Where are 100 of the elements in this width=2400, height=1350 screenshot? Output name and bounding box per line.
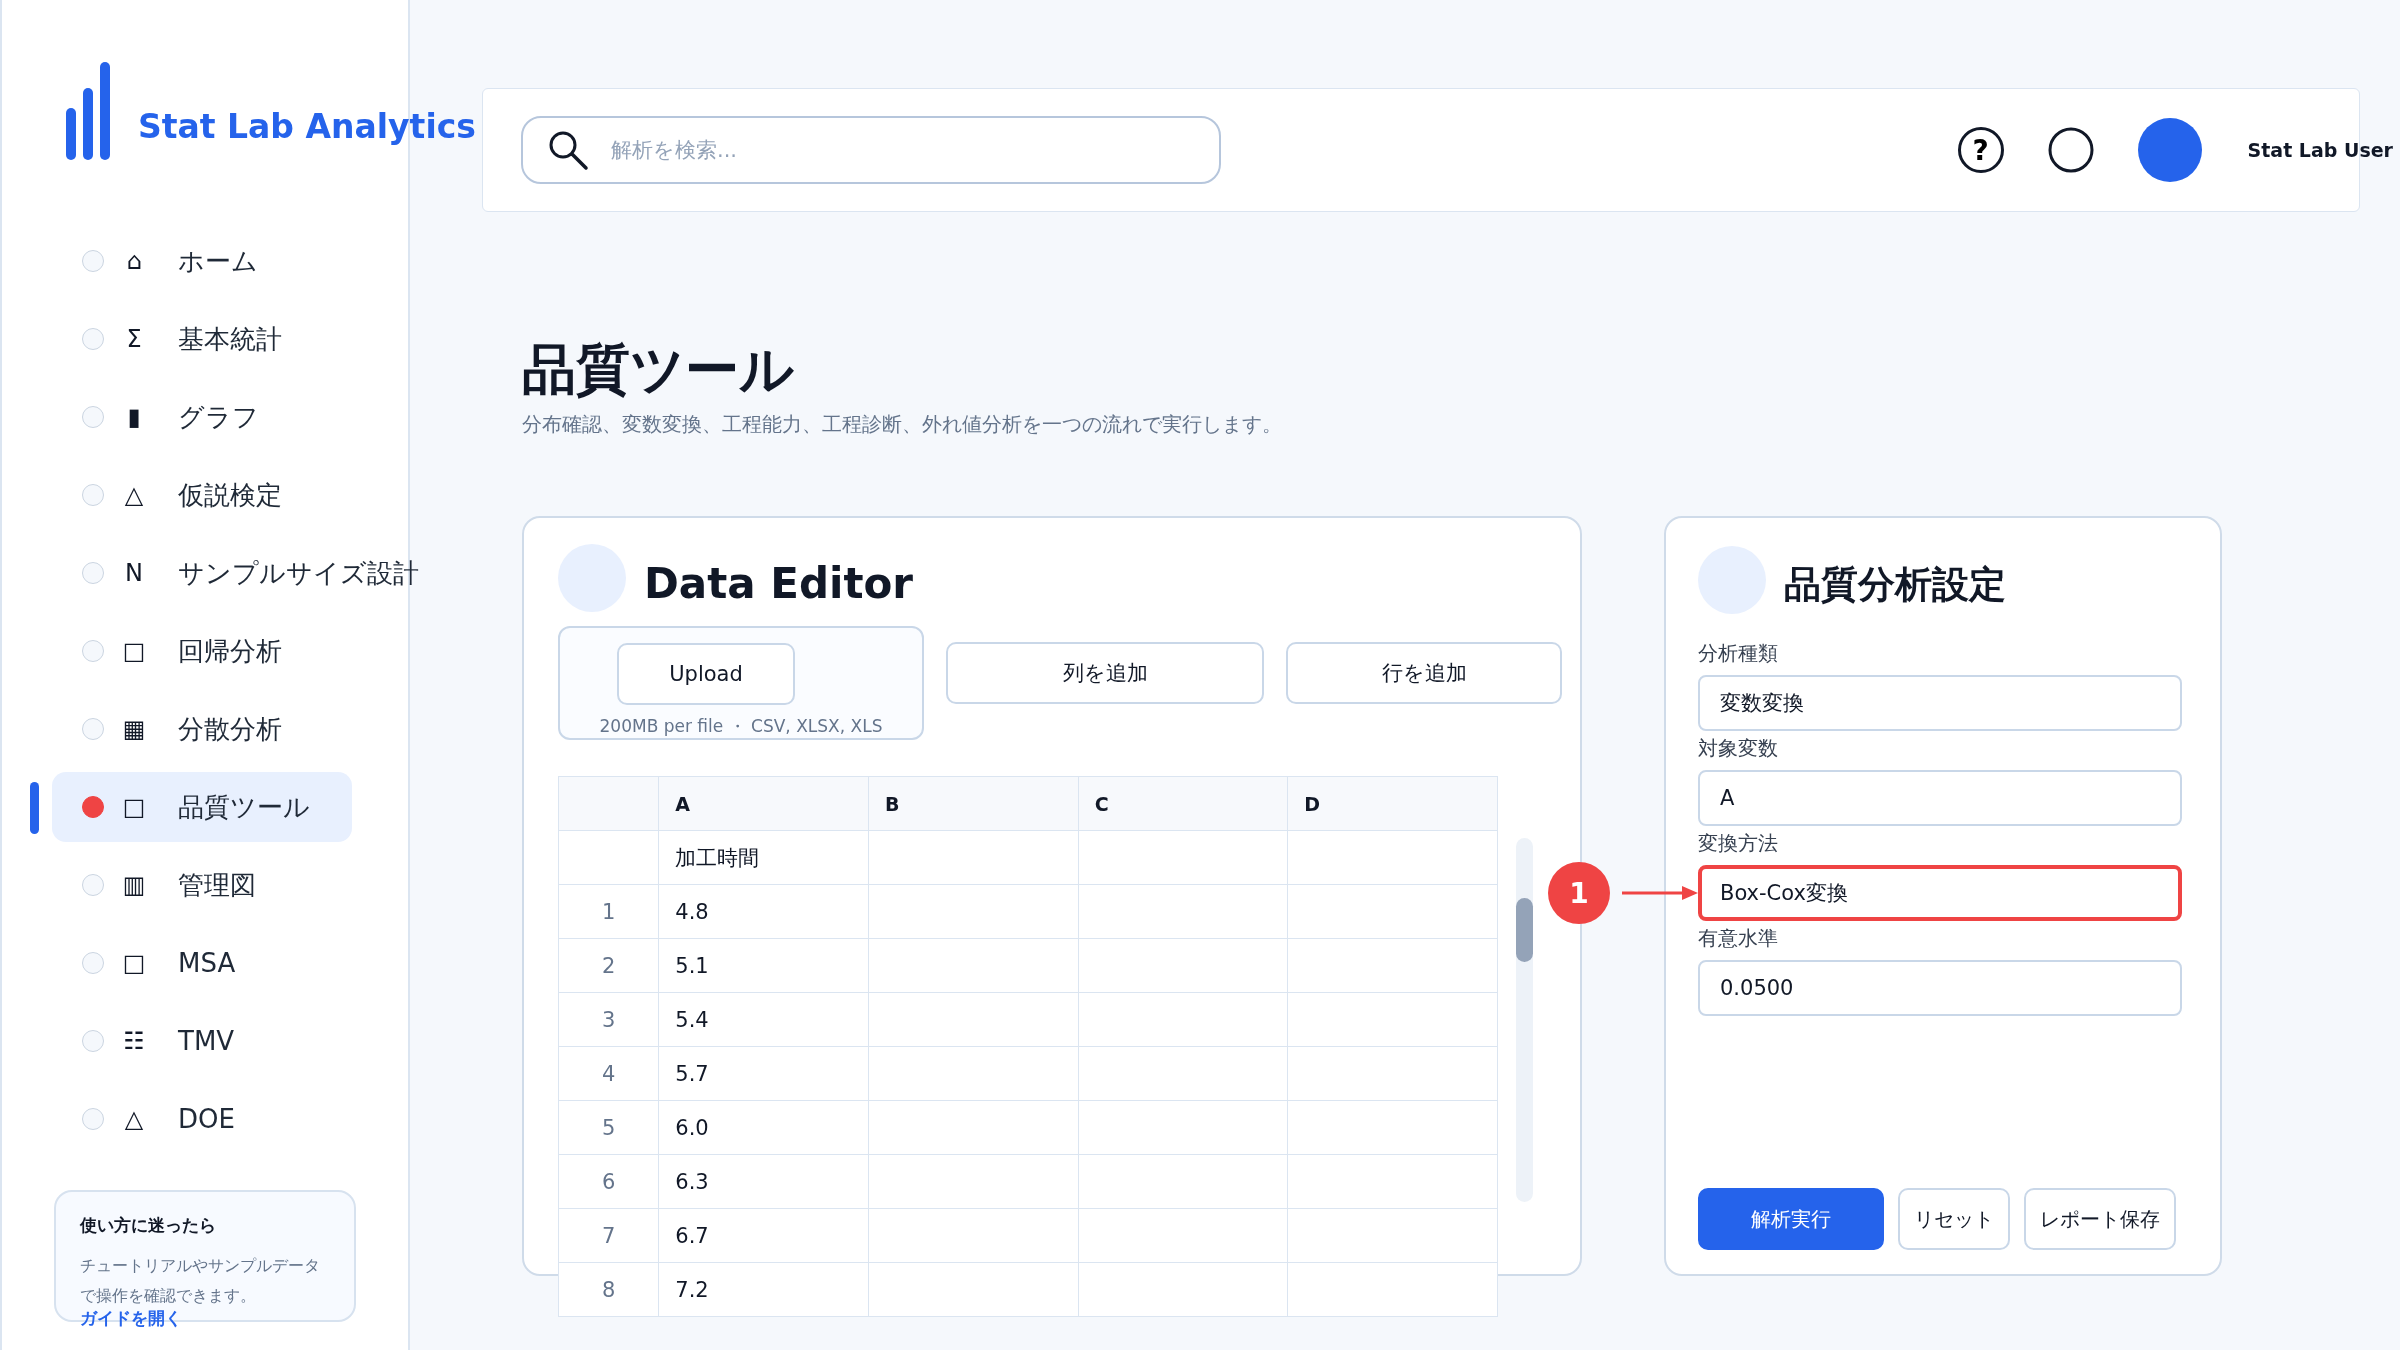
table-header-cell: C [1078, 776, 1288, 831]
add-button[interactable]: 列を追加 [946, 642, 1264, 705]
circle-icon[interactable] [2047, 127, 2094, 173]
scrollbar[interactable] [1516, 838, 1533, 1203]
table-cell[interactable] [1078, 1154, 1288, 1209]
nav-item[interactable]: ▦ 分散分析 [52, 694, 352, 764]
table-cell[interactable] [868, 830, 1079, 885]
field-label: 対象変数 [1698, 735, 1779, 763]
status-dot-icon [82, 718, 104, 740]
nav-item[interactable]: ☷ TMV [52, 1006, 352, 1076]
nav-item[interactable]: ▮ グラフ [52, 382, 352, 452]
guide-link[interactable]: ガイドを開く [80, 1307, 330, 1330]
table-cell[interactable] [1078, 1208, 1288, 1263]
nav-item[interactable]: □ 回帰分析 [52, 616, 352, 686]
table-cell[interactable] [1287, 884, 1498, 939]
status-dot-icon [82, 1030, 104, 1052]
table-cell[interactable] [1078, 1262, 1288, 1317]
action-button[interactable]: 解析実行 [1698, 1188, 1884, 1251]
table-cell[interactable] [868, 1262, 1079, 1317]
nav-item[interactable]: Σ 基本統計 [52, 304, 352, 374]
select-field[interactable]: 0.0500 [1698, 960, 2182, 1017]
table-cell[interactable]: 4.8 [658, 884, 869, 939]
table-cell[interactable]: 7.2 [658, 1262, 869, 1317]
table-cell[interactable] [1078, 938, 1288, 993]
table-cell[interactable]: 加工時間 [658, 830, 869, 885]
bar-chart-logo-icon [66, 62, 112, 160]
app-title: Stat Lab Analytics [138, 107, 476, 148]
table-cell[interactable]: 5.7 [658, 1046, 869, 1101]
table-cell[interactable] [1078, 830, 1288, 885]
nav-item[interactable]: △ 仮説検定 [52, 460, 352, 530]
upload-button[interactable]: Upload [617, 643, 795, 706]
card-title: Data Editor [644, 558, 914, 608]
table-cell[interactable] [868, 992, 1079, 1047]
status-dot-icon [82, 1108, 104, 1130]
upload-caption: 200MB per file ・ CSV, XLSX, XLS [599, 715, 883, 739]
row-number: 7 [558, 1208, 659, 1263]
row-number: 5 [558, 1100, 659, 1155]
status-dot-icon [82, 562, 104, 584]
table-cell[interactable] [868, 1154, 1079, 1209]
nav-item[interactable]: ▥ 管理図 [52, 850, 352, 920]
card-title: 品質分析設定 [1784, 562, 2006, 609]
row-number: 8 [558, 1262, 659, 1317]
table-cell[interactable]: 6.3 [658, 1154, 869, 1209]
status-dot-icon [82, 250, 104, 272]
select-field[interactable]: A [1698, 770, 2182, 827]
table-cell[interactable] [1078, 992, 1288, 1047]
status-dot-icon [82, 796, 104, 818]
row-number: 6 [558, 1154, 659, 1209]
action-button[interactable]: レポート保存 [2024, 1188, 2176, 1251]
page-title: 品質ツール [522, 340, 795, 400]
status-dot-icon [82, 952, 104, 974]
table-cell[interactable] [868, 938, 1079, 993]
table-cell[interactable] [1287, 1154, 1498, 1209]
nav-item[interactable]: □ MSA [52, 928, 352, 998]
search-field[interactable]: 解析を検索... [521, 116, 1221, 184]
nav-item[interactable]: △ DOE [52, 1084, 352, 1154]
status-dot-icon [82, 874, 104, 896]
row-number: 2 [558, 938, 659, 993]
table-cell[interactable] [1287, 1046, 1498, 1101]
table-header-cell: B [868, 776, 1079, 831]
step-badge: 1 [1548, 862, 1610, 925]
table-cell[interactable] [868, 1100, 1079, 1155]
add-button[interactable]: 行を追加 [1286, 642, 1562, 705]
table-cell[interactable] [1287, 938, 1498, 993]
row-number: 4 [558, 1046, 659, 1101]
table-cell[interactable] [1287, 830, 1498, 885]
table-header-cell: D [1287, 776, 1498, 831]
table-cell[interactable]: 6.0 [658, 1100, 869, 1155]
table-cell[interactable] [1287, 1208, 1498, 1263]
nav-item[interactable]: ⌂ ホーム [52, 226, 352, 296]
table-cell[interactable]: 5.1 [658, 938, 869, 993]
action-button[interactable]: リセット [1898, 1188, 2010, 1251]
nav-item[interactable]: N サンプルサイズ設計 [52, 538, 423, 608]
row-number: 1 [558, 884, 659, 939]
select-field[interactable]: Box-Cox変換 [1698, 865, 2182, 922]
help-title: 使い方に迷ったら [80, 1214, 217, 1237]
active-indicator [30, 782, 39, 834]
status-dot-icon [82, 640, 104, 662]
page-subtitle: 分布確認、変数変換、工程能力、工程診断、外れ値分析を一つの流れで実行します。 [522, 411, 1283, 439]
table-cell[interactable]: 6.7 [658, 1208, 869, 1263]
row-number: 3 [558, 992, 659, 1047]
arrow-icon [1622, 884, 1698, 903]
table-cell[interactable] [868, 884, 1079, 939]
table-cell[interactable]: 5.4 [658, 992, 869, 1047]
user-name: Stat Lab User [2247, 139, 2393, 161]
table-cell[interactable] [1078, 884, 1288, 939]
field-label: 有意水準 [1698, 925, 1779, 953]
table-cell[interactable] [868, 1208, 1079, 1263]
help-button[interactable]: ? [1957, 127, 2004, 173]
table-cell[interactable] [868, 1046, 1079, 1101]
table-cell[interactable] [1287, 1100, 1498, 1155]
table-header-cell: A [658, 776, 869, 831]
field-label: 変換方法 [1698, 830, 1779, 858]
table-cell[interactable] [1078, 1100, 1288, 1155]
status-dot-icon [82, 328, 104, 350]
table-cell[interactable] [1287, 992, 1498, 1047]
table-cell[interactable] [1078, 1046, 1288, 1101]
select-field[interactable]: 変数変換 [1698, 675, 2182, 732]
table-cell[interactable] [1287, 1262, 1498, 1317]
scroll-thumb[interactable] [1516, 898, 1533, 963]
